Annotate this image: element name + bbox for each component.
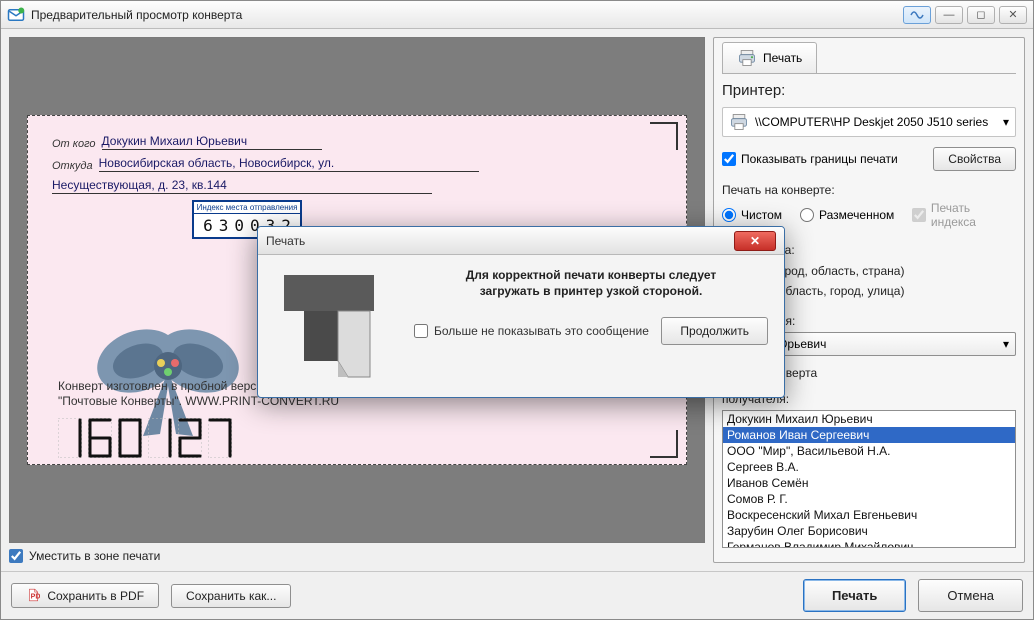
dialog-close-button[interactable]: ✕ <box>734 231 776 251</box>
print-hint-dialog: Печать ✕ Для корректной печати конверты … <box>257 226 785 398</box>
list-item[interactable]: Сомов Р. Г. <box>723 491 1015 507</box>
index-digit <box>118 418 142 458</box>
chevron-down-icon: ▾ <box>1003 337 1009 351</box>
dialog-title: Печать <box>266 234 305 248</box>
printer-name: \\COMPUTER\HP Deskjet 2050 J510 series <box>755 115 988 129</box>
fit-label: Уместить в зоне печати <box>29 549 160 563</box>
radio-blank-input[interactable] <box>722 208 736 222</box>
addr-value-1: Новосибирская область, Новосибирск, ул. <box>99 156 479 172</box>
pdf-icon: PDF <box>26 588 40 602</box>
window-buttons: — ◻ ✕ <box>903 6 1027 24</box>
list-item[interactable]: Сергеев В.А. <box>723 459 1015 475</box>
index-digit <box>88 418 112 458</box>
radio-marked-input[interactable] <box>800 208 814 222</box>
dont-show-checkbox[interactable] <box>414 324 428 338</box>
dialog-message-l1: Для корректной печати конверты следует <box>414 267 768 283</box>
app-icon <box>7 6 25 24</box>
list-item[interactable]: Докукин Михаил Юрьевич <box>723 411 1015 427</box>
index-digit <box>178 418 202 458</box>
recipient-listbox[interactable]: Докукин Михаил ЮрьевичРоманов Иван Серге… <box>722 410 1016 548</box>
footer: PDF Сохранить в PDF Сохранить как... Печ… <box>1 571 1033 619</box>
printer-select[interactable]: \\COMPUTER\HP Deskjet 2050 J510 series ▾ <box>722 107 1016 137</box>
show-bounds-label: Показывать границы печати <box>741 152 898 166</box>
index-digit <box>208 418 232 458</box>
print-index-label: Печать индекса <box>931 201 1016 229</box>
tab-print[interactable]: Печать <box>722 42 817 73</box>
save-pdf-button[interactable]: PDF Сохранить в PDF <box>11 583 159 608</box>
fit-checkbox[interactable] <box>9 549 23 563</box>
continue-button[interactable]: Продолжить <box>661 317 768 345</box>
dialog-message-l2: загружать в принтер узкой стороной. <box>414 283 768 299</box>
radio-marked-label: Размеченном <box>819 208 894 222</box>
list-item[interactable]: Романов Иван Сергеевич <box>723 427 1015 443</box>
help-button[interactable] <box>903 6 931 24</box>
printer-icon <box>729 112 749 132</box>
crop-mark-tr <box>650 122 678 150</box>
crop-mark-br <box>650 430 678 458</box>
radio-blank[interactable]: Чистом <box>722 208 782 222</box>
close-button[interactable]: ✕ <box>999 6 1027 24</box>
tab-strip: Печать <box>722 44 1016 74</box>
radio-marked[interactable]: Размеченном <box>800 208 894 222</box>
chevron-down-icon: ▾ <box>1003 115 1009 129</box>
cancel-button[interactable]: Отмена <box>918 579 1023 612</box>
print-button[interactable]: Печать <box>803 579 906 612</box>
list-item[interactable]: ООО "Мир", Васильевой Н.А. <box>723 443 1015 459</box>
list-item[interactable]: Германов Владимир Михайлович <box>723 539 1015 548</box>
app-window: Предварительный просмотр конверта — ◻ ✕ … <box>0 0 1034 620</box>
window-title: Предварительный просмотр конверта <box>31 8 903 22</box>
index-digit <box>58 418 82 458</box>
print-index-checkbox <box>912 208 926 222</box>
save-as-button[interactable]: Сохранить как... <box>171 584 291 608</box>
printer-icon <box>737 48 757 68</box>
show-bounds-checkbox[interactable] <box>722 152 736 166</box>
maximize-button[interactable]: ◻ <box>967 6 995 24</box>
addr-label: Откуда <box>52 160 93 172</box>
addr-value-2: Несуществующая, д. 23, кв.144 <box>52 178 432 194</box>
list-item[interactable]: Зарубин Олег Борисович <box>723 523 1015 539</box>
show-bounds[interactable]: Показывать границы печати <box>722 152 898 166</box>
dont-show-label: Больше не показывать это сообщение <box>434 324 649 338</box>
svg-text:PDF: PDF <box>31 594 40 601</box>
titlebar: Предварительный просмотр конверта — ◻ ✕ <box>1 1 1033 29</box>
index-caption: Индекс места отправления <box>194 202 300 214</box>
printer-section-title: Принтер: <box>722 82 1016 99</box>
print-index: Печать индекса <box>912 201 1016 229</box>
index-digit <box>148 418 172 458</box>
dont-show-again[interactable]: Больше не показывать это сообщение <box>414 324 649 338</box>
from-label: От кого <box>52 138 96 150</box>
print-on-label: Печать на конверте: <box>722 183 1016 197</box>
dialog-titlebar: Печать ✕ <box>258 227 784 255</box>
radio-blank-label: Чистом <box>741 208 782 222</box>
tab-print-label: Печать <box>763 51 802 65</box>
save-pdf-label: Сохранить в PDF <box>47 589 144 603</box>
printer-feed-icon <box>274 267 394 387</box>
list-item[interactable]: Иванов Семён <box>723 475 1015 491</box>
minimize-button[interactable]: — <box>935 6 963 24</box>
properties-button[interactable]: Свойства <box>933 147 1016 171</box>
list-item[interactable]: Воскресенский Михал Евгеньевич <box>723 507 1015 523</box>
fit-in-print-area[interactable]: Уместить в зоне печати <box>9 549 705 563</box>
big-index <box>58 418 232 458</box>
from-value: Докукин Михаил Юрьевич <box>102 134 322 150</box>
